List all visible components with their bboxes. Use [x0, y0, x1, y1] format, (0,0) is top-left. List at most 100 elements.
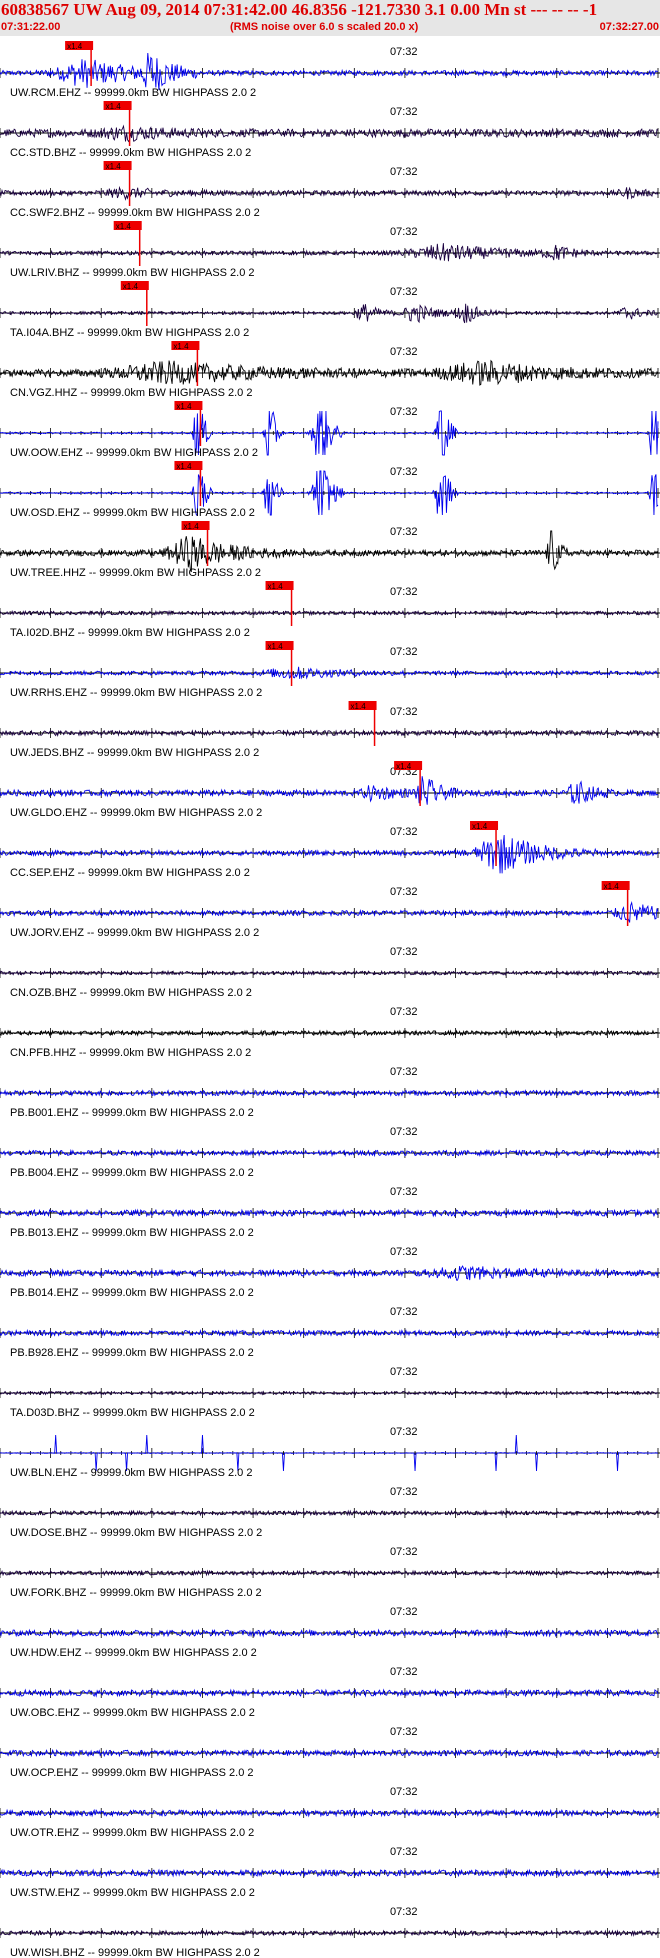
- mid-time-label: 07:32: [390, 646, 418, 658]
- trace-row: 07:32 CC.STD.BHZ -- 99999.0km BW HIGHPASS…: [0, 101, 660, 159]
- station-label: TA.I02D.BHZ -- 99999.0km BW HIGHPASS 2.0…: [10, 627, 250, 639]
- waveform: [0, 1748, 659, 1758]
- trace-row: 07:32 UW.TREE.HHZ -- 99999.0km BW HIGHPAS…: [0, 521, 660, 579]
- trace-row: 07:32 UW.OOW.EHZ -- 99999.0km BW HIGHPASS…: [0, 401, 660, 459]
- pick-scale-label: x1.4: [176, 462, 192, 471]
- station-label: UW.OBC.EHZ -- 99999.0km BW HIGHPASS 2.0 …: [10, 1707, 255, 1719]
- station-label: PB.B004.EHZ -- 99999.0km BW HIGHPASS 2.0…: [10, 1167, 254, 1179]
- mid-time-label: 07:32: [390, 1426, 418, 1438]
- station-label: CN.VGZ.HHZ -- 99999.0km BW HIGHPASS 2.0 …: [10, 387, 252, 399]
- trace-row: 07:32 UW.RRHS.EHZ -- 99999.0km BW HIGHPAS…: [0, 641, 660, 699]
- trace-row: 07:32 UW.JEDS.BHZ -- 99999.0km BW HIGHPAS…: [0, 701, 660, 759]
- trace-row: 07:32 CN.VGZ.HHZ -- 99999.0km BW HIGHPASS…: [0, 341, 660, 399]
- pick-scale-label: x1.4: [123, 282, 139, 291]
- mid-time-label: 07:32: [390, 166, 418, 178]
- pick-scale-label: x1.4: [351, 702, 367, 711]
- station-label: PB.B013.EHZ -- 99999.0km BW HIGHPASS 2.0…: [10, 1227, 254, 1239]
- station-label: UW.LRIV.BHZ -- 99999.0km BW HIGHPASS 2.0…: [10, 267, 255, 279]
- waveform: [0, 776, 659, 805]
- station-label: CN.PFB.HHZ -- 99999.0km BW HIGHPASS 2.0 …: [10, 1047, 251, 1059]
- pick-scale-label: x1.4: [106, 102, 122, 111]
- mid-time-label: 07:32: [390, 286, 418, 298]
- pick-scale-label: x1.4: [268, 642, 284, 651]
- mid-time-label: 07:32: [390, 886, 418, 898]
- mid-time-label: 07:32: [390, 1246, 418, 1258]
- station-label: UW.FORK.BHZ -- 99999.0km BW HIGHPASS 2.0…: [10, 1587, 262, 1599]
- trace-row: 07:32 CC.SEP.EHZ -- 99999.0km BW HIGHPASS…: [0, 821, 660, 879]
- mid-time-label: 07:32: [390, 1366, 418, 1378]
- station-label: PB.B001.EHZ -- 99999.0km BW HIGHPASS 2.0…: [10, 1107, 254, 1119]
- trace-row: 07:32 TA.D03D.BHZ -- 99999.0km BW HIGHPAS…: [0, 1366, 660, 1419]
- mid-time-label: 07:32: [390, 406, 418, 418]
- mid-time-label: 07:32: [390, 1066, 418, 1078]
- station-label: TA.D03D.BHZ -- 99999.0km BW HIGHPASS 2.0…: [10, 1407, 255, 1419]
- station-label: CC.STD.BHZ -- 99999.0km BW HIGHPASS 2.0 …: [10, 147, 251, 159]
- mid-time-label: 07:32: [390, 706, 418, 718]
- trace-row: 07:32 TA.I02D.BHZ -- 99999.0km BW HIGHPAS…: [0, 581, 660, 639]
- station-label: UW.BLN.EHZ -- 99999.0km BW HIGHPASS 2.0 …: [10, 1467, 252, 1479]
- station-label: PB.B014.EHZ -- 99999.0km BW HIGHPASS 2.0…: [10, 1287, 254, 1299]
- mid-time-label: 07:32: [390, 46, 418, 58]
- waveform: [0, 1509, 659, 1517]
- mid-time-label: 07:32: [390, 1306, 418, 1318]
- pick-scale-label: x1.4: [604, 882, 620, 891]
- trace-row: 07:32 PB.B001.EHZ -- 99999.0km BW HIGHPAS…: [0, 1066, 660, 1119]
- trace-row: 07:32 PB.B928.EHZ -- 99999.0km BW HIGHPAS…: [0, 1306, 660, 1359]
- waveform: [0, 1808, 659, 1818]
- trace-row: 07:32 UW.OCP.EHZ -- 99999.0km BW HIGHPASS…: [0, 1726, 660, 1779]
- pick-scale-label: x1.4: [396, 762, 412, 771]
- station-label: UW.OSD.EHZ -- 99999.0km BW HIGHPASS 2.0 …: [10, 507, 255, 519]
- station-label: CC.SEP.EHZ -- 99999.0km BW HIGHPASS 2.0 …: [10, 867, 250, 879]
- mid-time-label: 07:32: [390, 1906, 418, 1918]
- station-label: UW.RCM.EHZ -- 99999.0km BW HIGHPASS 2.0 …: [10, 87, 256, 99]
- trace-row: 07:32 UW.LRIV.BHZ -- 99999.0km BW HIGHPAS…: [0, 221, 660, 279]
- mid-time-label: 07:32: [390, 1666, 418, 1678]
- trace-row: 07:32UW.GLDO.EHZ -- 99999.0km BW HIGHPAS…: [0, 761, 660, 819]
- start-time-label: 07:31:22.00: [1, 21, 61, 33]
- trace-row: 07:32 CN.PFB.HHZ -- 99999.0km BW HIGHPASS…: [0, 1006, 660, 1059]
- waveform: [0, 124, 659, 143]
- pick-scale-label: x1.4: [184, 522, 200, 531]
- station-label: PB.B928.EHZ -- 99999.0km BW HIGHPASS 2.0…: [10, 1347, 254, 1359]
- mid-time-label: 07:32: [390, 946, 418, 958]
- station-label: CC.SWF2.BHZ -- 99999.0km BW HIGHPASS 2.0…: [10, 207, 260, 219]
- pick-scale-label: x1.4: [268, 582, 284, 591]
- trace-row: 07:32 UW.OSD.EHZ -- 99999.0km BW HIGHPASS…: [0, 461, 660, 519]
- mid-time-label: 07:32: [390, 106, 418, 118]
- trace-row: 07:32 UW.WISH.BHZ -- 99999.0km BW HIGHPAS…: [0, 1906, 660, 1958]
- waveform: [0, 530, 659, 573]
- rms-noise-subtitle: (RMS noise over 6.0 s scaled 20.0 x): [230, 21, 419, 33]
- station-label: UW.JORV.EHZ -- 99999.0km BW HIGHPASS 2.0…: [10, 927, 259, 939]
- mid-time-label: 07:32: [390, 1546, 418, 1558]
- seismogram-plot: 07:32 UW.RCM.EHZ -- 99999.0km BW HIGHPASS…: [0, 41, 660, 1958]
- trace-row: 07:32 UW.OTR.EHZ -- 99999.0km BW HIGHPASS…: [0, 1786, 660, 1839]
- end-time-label: 07:32:27.00: [599, 21, 659, 33]
- trace-row: 07:32 UW.HDW.EHZ -- 99999.0km BW HIGHPASS…: [0, 1606, 660, 1659]
- station-label: UW.RRHS.EHZ -- 99999.0km BW HIGHPASS 2.0…: [10, 687, 262, 699]
- trace-row: 07:32 UW.JORV.EHZ -- 99999.0km BW HIGHPAS…: [0, 881, 660, 939]
- mid-time-label: 07:32: [390, 526, 418, 538]
- waveform: [0, 1265, 659, 1281]
- trace-row: 07:32 UW.FORK.BHZ -- 99999.0km BW HIGHPAS…: [0, 1546, 660, 1599]
- station-label: UW.GLDO.EHZ -- 99999.0km BW HIGHPASS 2.0…: [10, 807, 262, 819]
- event-title: 60838567 UW Aug 09, 2014 07:31:42.00 46.…: [1, 0, 598, 19]
- station-label: UW.HDW.EHZ -- 99999.0km BW HIGHPASS 2.0 …: [10, 1647, 257, 1659]
- plot-header: 60838567 UW Aug 09, 2014 07:31:42.00 46.…: [0, 0, 660, 36]
- mid-time-label: 07:32: [390, 826, 418, 838]
- station-label: UW.OTR.EHZ -- 99999.0km BW HIGHPASS 2.0 …: [10, 1827, 254, 1839]
- station-label: UW.DOSE.BHZ -- 99999.0km BW HIGHPASS 2.0…: [10, 1527, 262, 1539]
- station-label: UW.STW.EHZ -- 99999.0km BW HIGHPASS 2.0 …: [10, 1887, 255, 1899]
- station-label: UW.JEDS.BHZ -- 99999.0km BW HIGHPASS 2.0…: [10, 747, 259, 759]
- mid-time-label: 07:32: [390, 1786, 418, 1798]
- trace-row: 07:32 TA.I04A.BHZ -- 99999.0km BW HIGHPAS…: [0, 281, 660, 339]
- trace-row: 07:32 UW.STW.EHZ -- 99999.0km BW HIGHPASS…: [0, 1846, 660, 1899]
- station-label: UW.WISH.BHZ -- 99999.0km BW HIGHPASS 2.0…: [10, 1947, 260, 1958]
- trace-row: 07:32 UW.DOSE.BHZ -- 99999.0km BW HIGHPAS…: [0, 1486, 660, 1539]
- pick-scale-label: x1.4: [106, 162, 122, 171]
- pick-scale-label: x1.4: [173, 342, 189, 351]
- waveform: [0, 243, 659, 262]
- mid-time-label: 07:32: [390, 1606, 418, 1618]
- pick-scale-label: x1.4: [472, 822, 488, 831]
- pick-scale-label: x1.4: [67, 42, 83, 51]
- mid-time-label: 07:32: [390, 1186, 418, 1198]
